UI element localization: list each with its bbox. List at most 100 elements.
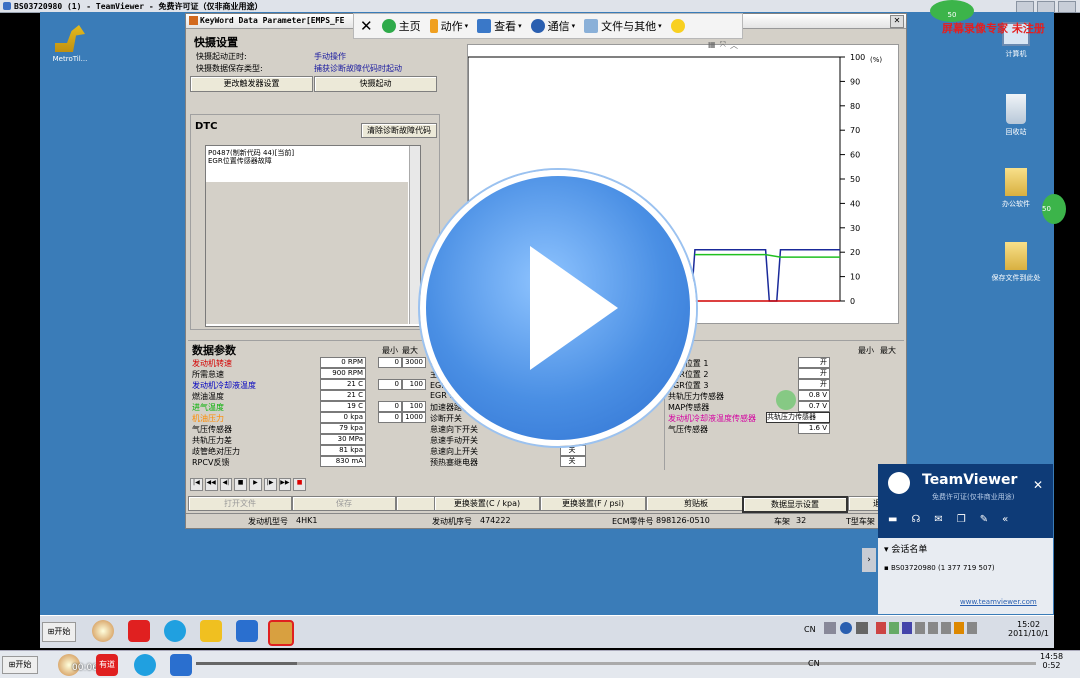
tray-arrow-icon[interactable]: [856, 622, 868, 634]
folder-icon: [1005, 168, 1027, 196]
tray-icon-1[interactable]: [876, 622, 886, 634]
chevron-left-icon[interactable]: «: [1002, 514, 1008, 525]
rewind-icon[interactable]: ◀◀: [204, 478, 218, 491]
teamviewer-taskbar-icon[interactable]: [236, 620, 258, 642]
panel-expand-icon[interactable]: ›: [862, 548, 876, 572]
remote-start-button[interactable]: ⊞开始: [42, 622, 76, 642]
headset-icon[interactable]: ☊: [911, 514, 920, 525]
unit-metric-button[interactable]: 更换装置(C / kpa): [434, 496, 540, 511]
chevron-down-icon: ▾: [464, 22, 469, 30]
t-chassis-label: T型车架: [846, 517, 875, 526]
param-min[interactable]: 0: [378, 401, 402, 412]
monitor-icon: [477, 19, 492, 33]
media-player-icon[interactable]: [92, 620, 114, 642]
clipboard-button[interactable]: 剪贴板: [646, 496, 746, 511]
param-value: 21 C: [320, 379, 366, 390]
param-min[interactable]: 0: [378, 379, 402, 390]
clear-dtc-button[interactable]: 清除诊断故障代码: [361, 123, 437, 138]
dtc-scrollbar[interactable]: [409, 146, 420, 324]
smiley-icon[interactable]: [670, 19, 688, 33]
keyboard-icon[interactable]: [824, 622, 836, 634]
video-progress-track[interactable]: [196, 662, 1036, 665]
close-button[interactable]: [1058, 1, 1076, 13]
folder-taskbar-icon[interactable]: [200, 620, 222, 642]
tray-icon-8[interactable]: [967, 622, 977, 634]
tray-icon-7[interactable]: [954, 622, 964, 634]
param-max[interactable]: 1000: [402, 412, 426, 423]
teamviewer-link[interactable]: www.teamviewer.com: [960, 598, 1037, 606]
copy-icon[interactable]: ❐: [957, 514, 966, 525]
forward-icon[interactable]: ▶▶: [278, 478, 292, 491]
resize-icon[interactable]: ⤧: [720, 40, 726, 51]
tray-icon-2[interactable]: [889, 622, 899, 634]
chat-icon[interactable]: ✉: [934, 514, 942, 525]
param-max[interactable]: 3000: [402, 357, 426, 368]
param-max[interactable]: 100: [402, 401, 426, 412]
app-icon: [189, 16, 198, 25]
toolbar-close-icon[interactable]: ✕: [360, 17, 373, 35]
help-icon[interactable]: [840, 622, 852, 634]
local-lang[interactable]: CN: [808, 659, 820, 668]
panel-close-icon[interactable]: ✕: [1033, 478, 1043, 492]
volume-icon[interactable]: [915, 622, 925, 634]
phone-icon: [530, 19, 545, 33]
toolbar-view[interactable]: 查看 ▾: [477, 18, 522, 34]
local-youdao-icon[interactable]: 有道: [96, 654, 118, 676]
first-frame-icon[interactable]: |◀: [190, 478, 203, 491]
ecm-label: ECM零件号: [612, 517, 654, 526]
youdao-icon[interactable]: [128, 620, 150, 642]
local-teamviewer-icon[interactable]: [170, 654, 192, 676]
param-value: 79 kpa: [320, 423, 366, 434]
tray-icon-3[interactable]: [902, 622, 912, 634]
param-min[interactable]: 0: [378, 412, 402, 423]
chart-window-controls: ▦ ⤧ ︿: [708, 40, 738, 51]
grid-icon[interactable]: ▦: [708, 40, 716, 51]
status-bubble: 50: [930, 0, 974, 22]
network-icon[interactable]: [928, 622, 938, 634]
stop-icon[interactable]: ■: [234, 478, 247, 491]
video-play-button[interactable]: [420, 170, 696, 446]
session-entry[interactable]: ▪ BS03720980 (1 377 719 507): [884, 564, 995, 572]
browser-icon[interactable]: [164, 620, 186, 642]
collapse-icon[interactable]: ︿: [730, 40, 738, 51]
data-display-settings-button[interactable]: 数据显示设置: [742, 496, 848, 513]
save-button[interactable]: 保存: [292, 496, 396, 511]
lightning-icon: [429, 19, 438, 33]
desktop-icon-save-here[interactable]: 保存文件到此处: [986, 242, 1046, 283]
record-icon[interactable]: ■: [293, 478, 306, 491]
dtc-list[interactable]: P0487(制新代码 44)[当前] EGR位置传感器故障: [205, 145, 421, 327]
toolbar-actions[interactable]: 动作 ▾: [429, 18, 469, 34]
desktop-icon-office[interactable]: 办公软件: [986, 168, 1046, 209]
app-close-button[interactable]: ✕: [890, 15, 904, 28]
next-frame-icon[interactable]: |▶: [263, 478, 277, 491]
remote-clock: 15:02 2011/10/1: [1008, 620, 1050, 638]
open-file-button[interactable]: 打开文件: [188, 496, 292, 511]
camera-icon[interactable]: ▬: [888, 514, 897, 525]
folder-icon: [1005, 242, 1027, 270]
engine-serial: 474222: [480, 516, 511, 525]
remote-lang[interactable]: CN: [804, 625, 816, 634]
change-trigger-button[interactable]: 更改触发器设置: [190, 76, 313, 92]
pen-icon[interactable]: ✎: [980, 514, 988, 525]
param-max[interactable]: 100: [402, 379, 426, 390]
status-bar: 发动机型号 4HK1 发动机序号 474222 ECM零件号 898126-05…: [186, 513, 906, 528]
tray-icon-6[interactable]: [941, 622, 951, 634]
teamviewer-brand: TeamViewer: [922, 472, 1018, 488]
desktop-icon-recycle-bin[interactable]: 回收站: [986, 94, 1046, 137]
prev-frame-icon[interactable]: ◀|: [219, 478, 233, 491]
teamviewer-icon: [3, 2, 11, 10]
param-name: 进气温度: [192, 403, 224, 412]
local-browser-icon[interactable]: [134, 654, 156, 676]
emps-taskbar-icon[interactable]: [268, 620, 294, 646]
local-start-button[interactable]: ⊞开始: [2, 656, 38, 674]
toolbar-home[interactable]: 主页: [381, 18, 421, 34]
play-icon[interactable]: ▶: [249, 478, 262, 491]
snapshot-start-button[interactable]: 快摄起动: [314, 76, 437, 92]
param-right-value: 0.7 V: [798, 401, 830, 412]
param-min[interactable]: 0: [378, 357, 402, 368]
desktop-icon-metro[interactable]: MetroTil...: [40, 22, 100, 63]
engine-serial-label: 发动机序号: [432, 517, 472, 526]
unit-imperial-button[interactable]: 更换装置(F / psi): [540, 496, 646, 511]
toolbar-communicate[interactable]: 通信 ▾: [530, 18, 575, 34]
toolbar-files[interactable]: 文件与其他 ▾: [584, 18, 662, 34]
